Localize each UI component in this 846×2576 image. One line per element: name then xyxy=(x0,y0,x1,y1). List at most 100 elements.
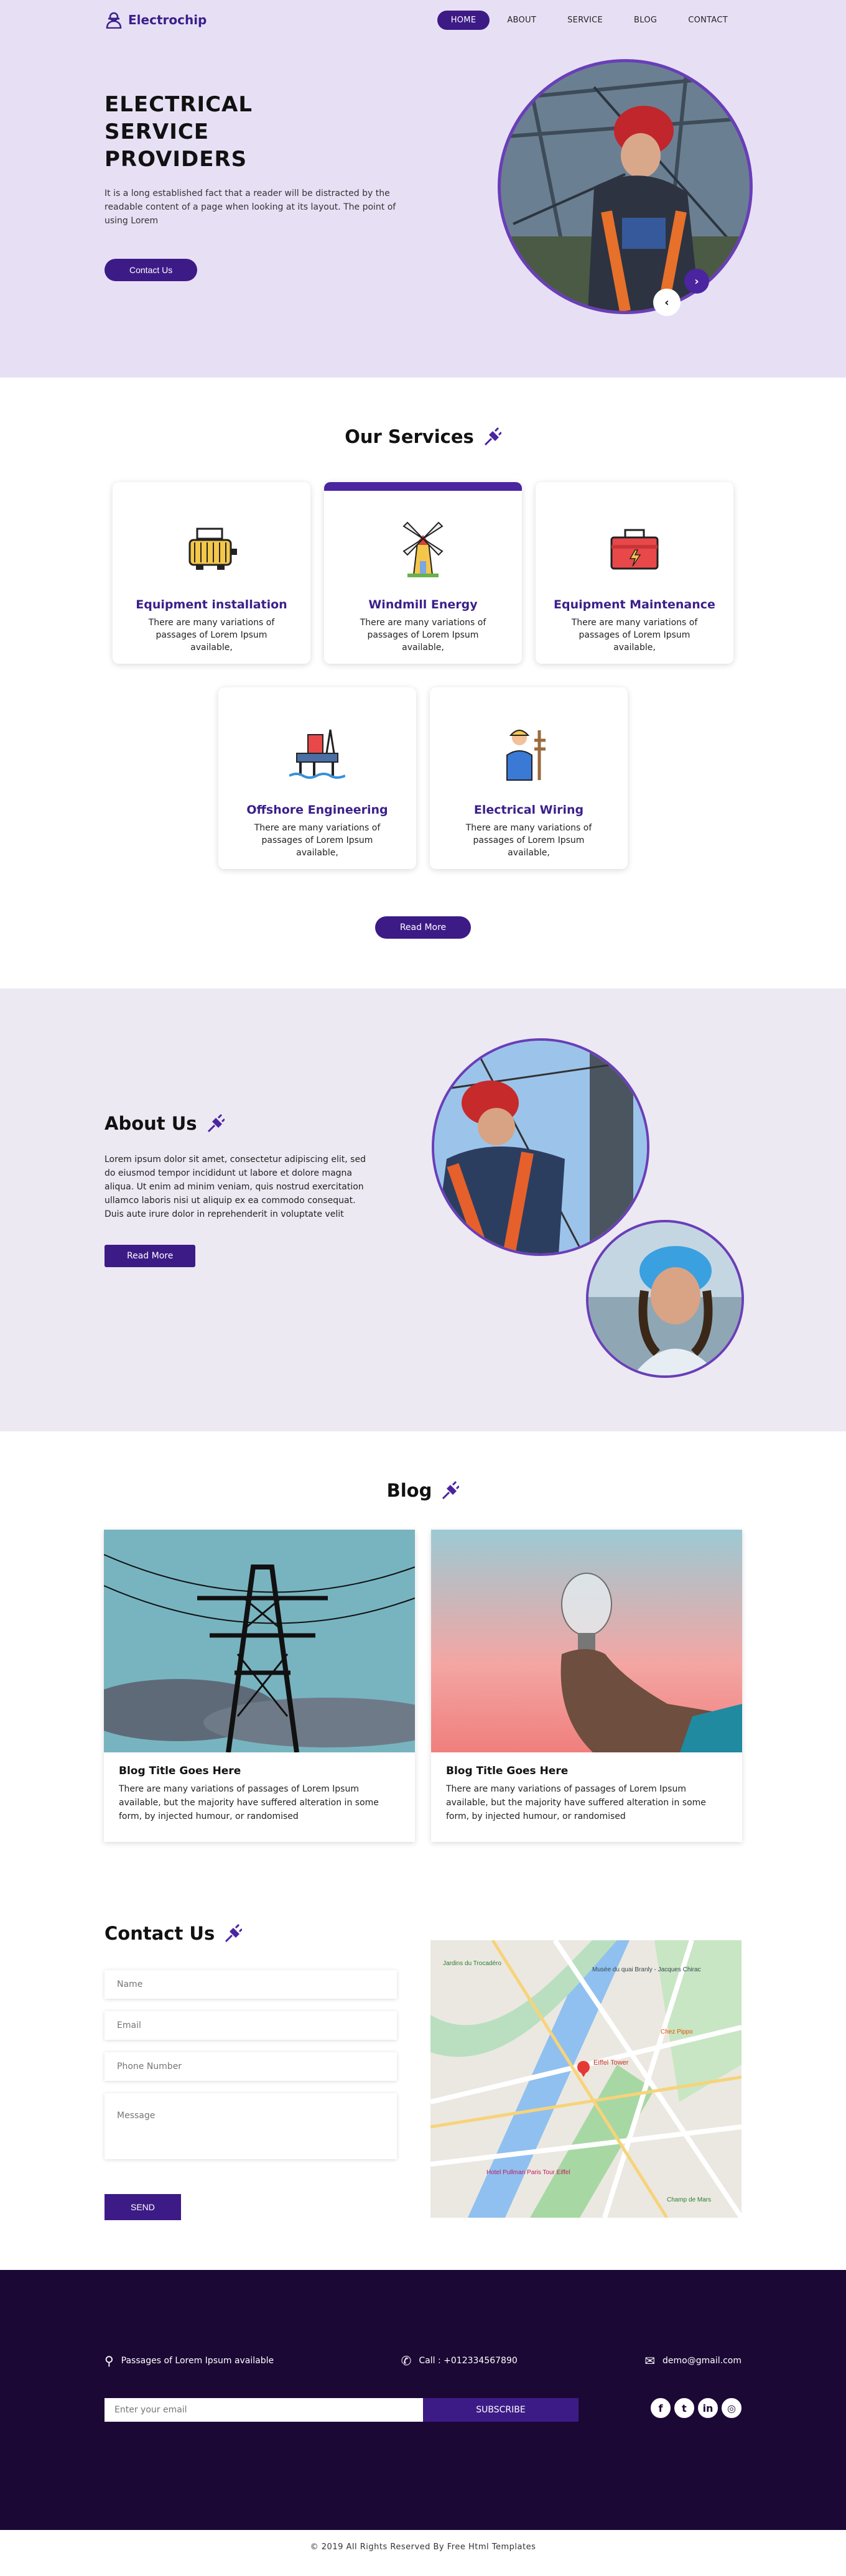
chevron-left-icon: ‹ xyxy=(664,295,669,309)
hero-description: It is a long established fact that a rea… xyxy=(105,188,396,226)
logo[interactable]: Electrochip xyxy=(105,11,207,29)
service-text: There are many variations of passages of… xyxy=(571,618,698,653)
linkedin-icon[interactable]: in xyxy=(698,2398,718,2418)
about-text: About Us Lorem ipsum dolor sit amet, con… xyxy=(105,1113,366,1267)
light-bulb-image xyxy=(431,1530,742,1752)
map-label-chez-pippo: Chez Pippo xyxy=(661,2029,693,2035)
main-menu: HOME ABOUT SERVICE BLOG CONTACT xyxy=(437,10,741,30)
services-title-text: Our Services xyxy=(345,426,474,447)
service-title: Electrical Wiring xyxy=(473,803,584,817)
top-nav: Electrochip HOME ABOUT SERVICE BLOG CONT… xyxy=(105,0,741,40)
engineer-woman-photo xyxy=(588,1222,741,1375)
chevron-right-icon: › xyxy=(694,274,699,288)
nav-contact[interactable]: CONTACT xyxy=(674,11,741,30)
blog-list: Blog Title Goes Here There are many vari… xyxy=(104,1530,742,1842)
social-links: f t in ◎ xyxy=(651,2398,741,2418)
footer-phone-text: Call : +012334567890 xyxy=(419,2356,518,2366)
blog-title: Blog xyxy=(105,1480,741,1501)
services-button-wrap: Read More xyxy=(105,916,741,939)
service-card-equipment-installation[interactable]: Equipment installation There are many va… xyxy=(113,482,310,664)
contact-title: Contact Us xyxy=(105,1923,397,1944)
name-field[interactable] xyxy=(105,1970,397,1999)
nav-home[interactable]: HOME xyxy=(437,10,490,30)
electrician-photo xyxy=(501,62,750,311)
about-image-2 xyxy=(586,1220,744,1378)
subscribe-form: SUBSCRIBE xyxy=(105,2398,579,2422)
contact-section: Contact Us SEND xyxy=(0,1879,846,2270)
plug-icon xyxy=(442,1481,460,1500)
about-image-1 xyxy=(432,1038,649,1256)
envelope-icon: ✉ xyxy=(644,2353,656,2368)
service-card-electrical-wiring[interactable]: Electrical Wiring There are many variati… xyxy=(430,687,628,869)
plug-icon xyxy=(225,1924,243,1943)
electrician-icon xyxy=(498,723,559,784)
blog-post-title: Blog Title Goes Here xyxy=(119,1765,241,1777)
services-row-1: Equipment installation There are many va… xyxy=(105,482,741,664)
hero-title-line3: PROVIDERS xyxy=(105,147,248,172)
slider-prev-button[interactable]: ‹ xyxy=(653,289,681,316)
toolbox-icon xyxy=(604,518,665,579)
map[interactable]: Eiffel Tower Jardins du Trocadéro Musée … xyxy=(430,1940,741,2218)
electrician-logo-icon xyxy=(106,12,122,29)
service-text: There are many variations of passages of… xyxy=(148,618,275,653)
hero-title-line2: SERVICE xyxy=(105,119,210,144)
blog-card[interactable]: Blog Title Goes Here There are many vari… xyxy=(104,1530,415,1842)
plug-icon xyxy=(207,1114,225,1133)
subscribe-button[interactable]: SUBSCRIBE xyxy=(423,2398,579,2422)
oil-rig-icon xyxy=(287,723,348,784)
hero-section: Electrochip HOME ABOUT SERVICE BLOG CONT… xyxy=(0,0,846,378)
map-label-eiffel: Eiffel Tower xyxy=(593,2059,629,2067)
plug-icon xyxy=(484,427,501,446)
footer-info: ⚲ Passages of Lorem Ipsum available ✆ Ca… xyxy=(105,2353,741,2368)
message-field[interactable] xyxy=(105,2093,397,2159)
map-label-pullman: Hotel Pullman Paris Tour Eiffel xyxy=(486,2169,570,2176)
copyright: © 2019 All Rights Reserved By Free Html … xyxy=(310,2542,536,2552)
instagram-icon[interactable]: ◎ xyxy=(722,2398,741,2418)
blog-section: Blog Blog Title Goes Here There are many… xyxy=(0,1431,846,1879)
hero-title-line1: ELECTRICAL xyxy=(105,92,253,117)
contact-form: Contact Us SEND xyxy=(105,1923,397,2220)
service-card-equipment-maintenance[interactable]: Equipment Maintenance There are many var… xyxy=(536,482,733,664)
about-title-text: About Us xyxy=(105,1113,197,1134)
email-field[interactable] xyxy=(105,2011,397,2040)
service-title: Equipment installation xyxy=(136,598,287,611)
power-tower-image xyxy=(104,1530,415,1752)
footer-address-text: Passages of Lorem Ipsum available xyxy=(121,2356,274,2366)
nav-about[interactable]: ABOUT xyxy=(493,11,550,30)
nav-blog[interactable]: BLOG xyxy=(620,11,671,30)
twitter-icon[interactable]: t xyxy=(674,2398,694,2418)
windmill-icon xyxy=(393,518,453,579)
map-label-branly: Musée du quai Branly - Jacques Chirac xyxy=(592,1966,701,1973)
about-read-more-button[interactable]: Read More xyxy=(105,1245,196,1267)
nav-service[interactable]: SERVICE xyxy=(554,11,616,30)
hero-image xyxy=(498,59,753,314)
contact-us-button[interactable]: Contact Us xyxy=(105,259,198,281)
about-section: About Us Lorem ipsum dolor sit amet, con… xyxy=(0,988,846,1431)
services-read-more-button[interactable]: Read More xyxy=(374,916,472,939)
services-title: Our Services xyxy=(105,426,741,447)
footer: ⚲ Passages of Lorem Ipsum available ✆ Ca… xyxy=(0,2270,846,2530)
electric-motor-icon xyxy=(181,518,242,579)
phone-icon: ✆ xyxy=(401,2353,412,2368)
map-canvas: Eiffel Tower Jardins du Trocadéro Musée … xyxy=(430,1940,741,2218)
slider-next-button[interactable]: › xyxy=(684,269,709,294)
footer-phone[interactable]: ✆ Call : +012334567890 xyxy=(401,2353,518,2368)
map-label-champ-de-mars: Champ de Mars xyxy=(667,2197,711,2203)
footer-email[interactable]: ✉ demo@gmail.com xyxy=(644,2353,741,2368)
send-button[interactable]: SEND xyxy=(105,2194,181,2220)
logo-text: Electrochip xyxy=(128,12,207,27)
service-title: Windmill Energy xyxy=(368,598,478,611)
facebook-icon[interactable]: f xyxy=(651,2398,671,2418)
subscribe-email-input[interactable] xyxy=(105,2398,423,2422)
blog-post-title: Blog Title Goes Here xyxy=(446,1765,569,1777)
service-text: There are many variations of passages of… xyxy=(254,823,381,858)
hero-text: ELECTRICAL SERVICE PROVIDERS It is a lon… xyxy=(105,91,409,281)
map-label-trocadero: Jardins du Trocadéro xyxy=(443,1960,501,1967)
blog-card[interactable]: Blog Title Goes Here There are many vari… xyxy=(431,1530,742,1842)
service-title: Offshore Engineering xyxy=(246,803,388,817)
phone-field[interactable] xyxy=(105,2052,397,2081)
service-card-offshore-engineering[interactable]: Offshore Engineering There are many vari… xyxy=(218,687,416,869)
service-card-windmill-energy[interactable]: Windmill Energy There are many variation… xyxy=(324,482,522,664)
lineman-photo xyxy=(434,1041,647,1253)
service-title: Equipment Maintenance xyxy=(554,598,715,611)
